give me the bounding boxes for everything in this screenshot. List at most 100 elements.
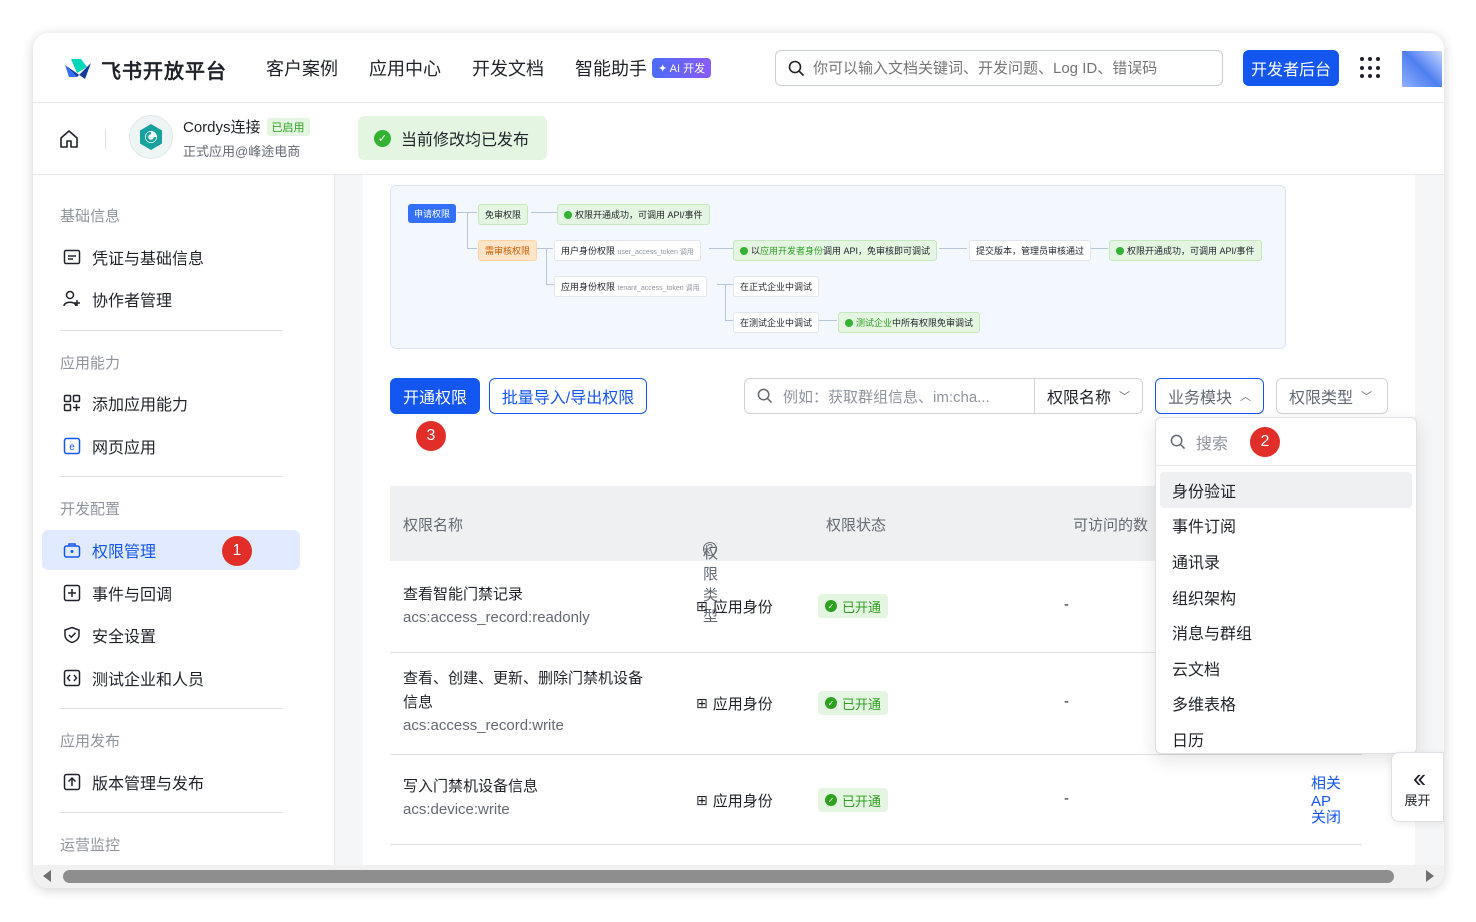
- card-icon: [62, 247, 82, 267]
- sidebar-item-test-enterprise[interactable]: 测试企业和人员: [42, 658, 300, 698]
- open-permission-button[interactable]: 开通权限: [390, 378, 480, 414]
- dropdown-search-input[interactable]: 搜索: [1156, 418, 1416, 466]
- table-header: 权限名称 权限类型 ? 权限状态 可访问的数: [390, 486, 1190, 625]
- batch-import-export-button[interactable]: 批量导入/导出权限: [489, 378, 647, 414]
- top-navigation: 飞书开放平台 客户案例 应用中心 开发文档 智能助手 ✦ AI 开发 开发者后台: [33, 33, 1444, 103]
- user-avatar[interactable]: [1402, 51, 1442, 87]
- permission-flow-diagram: 申请权限 免审权限 权限开通成功，可调用 API/事件 需审核权限 用户身份权限…: [390, 185, 1286, 349]
- select-label: 业务模块: [1168, 390, 1233, 407]
- sidebar-item-events[interactable]: 事件与回调: [42, 573, 300, 613]
- search-icon: [788, 60, 805, 76]
- sidebar-section-title: 应用能力: [60, 355, 121, 372]
- dropdown-option[interactable]: 消息与群组: [1160, 614, 1412, 650]
- table-row: 写入门禁机设备信息 acs:device:write ⊞ 应用身份 ✓ 已开通 - …: [390, 755, 1362, 845]
- dropdown-option[interactable]: 事件订阅: [1160, 508, 1412, 544]
- scrollbar-thumb[interactable]: [63, 870, 1394, 883]
- nav-link-app-center[interactable]: 应用中心: [369, 55, 441, 81]
- permission-type-select[interactable]: 权限类型 ﹀: [1276, 378, 1388, 414]
- flow-node-no-review: 免审权限: [478, 204, 529, 225]
- sidebar-item-permissions[interactable]: 权限管理: [42, 530, 300, 570]
- app-identity-icon: ⊞: [696, 792, 708, 808]
- sidebar-item-collaborators[interactable]: 协作者管理: [42, 279, 300, 319]
- sidebar-section-title: 应用发布: [60, 733, 121, 750]
- sidebar-item-add-capability[interactable]: 添加应用能力: [42, 383, 300, 423]
- sidebar-item-versions[interactable]: 版本管理与发布: [42, 762, 300, 802]
- related-api-link[interactable]: 相关 AP: [1311, 772, 1362, 810]
- add-user-icon: [62, 289, 82, 309]
- flow-node-text: 权限开通成功，可调用 API/事件: [575, 210, 703, 220]
- ai-badge: ✦ AI 开发: [652, 58, 712, 78]
- scroll-left-arrow-icon[interactable]: [43, 870, 51, 882]
- business-module-select[interactable]: 业务模块 ︿: [1155, 378, 1265, 414]
- svg-text:e: e: [69, 442, 75, 453]
- flow-node-apply: 申请权限: [408, 204, 457, 223]
- flow-node-highlight: 应用开发者身份: [760, 246, 824, 256]
- published-notice: ✓ 当前修改均已发布: [358, 116, 548, 160]
- scroll-right-arrow-icon[interactable]: [1426, 870, 1434, 882]
- apps-grid-icon[interactable]: [1360, 57, 1382, 79]
- scope-value: -: [1064, 693, 1069, 710]
- doc-search-input[interactable]: [813, 59, 1203, 77]
- dropdown-option[interactable]: 云文档: [1160, 650, 1412, 686]
- flow-node-dev-call: 以应用开发者身份调用 API，免审核即可调试: [733, 240, 938, 261]
- sidebar-item-web-app[interactable]: e 网页应用: [42, 426, 300, 466]
- flow-node-success2: 权限开通成功，可调用 API/事件: [1109, 240, 1262, 261]
- feishu-logo[interactable]: 飞书开放平台: [63, 55, 227, 84]
- divider: [60, 812, 283, 813]
- app-name-text: Cordys连接: [183, 119, 261, 136]
- search-icon: [1170, 434, 1186, 449]
- permission-search-input[interactable]: 例如：获取群组信息、im:cha...: [744, 378, 1035, 414]
- flow-node-text: 以: [751, 246, 761, 256]
- horizontal-scrollbar[interactable]: [33, 865, 1444, 888]
- sidebar-item-security[interactable]: 安全设置: [42, 615, 300, 655]
- flow-node-app-perm: 应用身份权限 tenant_access_token 调用: [554, 276, 707, 297]
- permission-icon: [62, 540, 82, 560]
- sidebar-item-credentials[interactable]: 凭证与基础信息: [42, 237, 300, 277]
- sidebar-item-label: 权限管理: [92, 544, 157, 561]
- dropdown-option[interactable]: 多维表格: [1160, 686, 1412, 722]
- column-header-scope: 可访问的数: [1073, 517, 1149, 534]
- search-icon: [757, 388, 773, 404]
- nav-link-assistant[interactable]: 智能助手 ✦ AI 开发: [575, 55, 712, 81]
- permission-name: 查看智能门禁记录: [403, 586, 524, 603]
- status-text: 已开通: [842, 599, 882, 615]
- check-circle-icon: ✓: [825, 794, 837, 806]
- sidebar-section-title: 基础信息: [60, 208, 121, 225]
- permission-name-select[interactable]: 权限名称 ﹀: [1035, 378, 1144, 414]
- chevron-up-icon: ︿: [1240, 391, 1252, 403]
- flow-node-subtext: user_access_token 调用: [617, 249, 694, 256]
- upload-icon: [62, 772, 82, 792]
- flow-node-subtext: tenant_access_token 调用: [617, 285, 700, 292]
- step-badge-2: 2: [1250, 427, 1280, 457]
- flow-node-test-all: 测试企业中所有权限免审调试: [838, 312, 981, 333]
- nav-links: 客户案例 应用中心 开发文档 智能助手 ✦ AI 开发: [266, 55, 742, 81]
- home-icon[interactable]: [59, 129, 79, 149]
- status-badge: ✓ 已开通: [818, 788, 889, 812]
- flow-node-text: 中所有权限免审调试: [892, 318, 974, 328]
- flow-node-need-review: 需审核权限: [478, 240, 538, 261]
- sidebar-section-title: 开发配置: [60, 501, 121, 518]
- nav-link-cases[interactable]: 客户案例: [266, 55, 338, 81]
- dropdown-option[interactable]: 日历: [1160, 721, 1412, 753]
- select-label: 权限名称: [1047, 390, 1112, 407]
- chevron-down-icon: ﹀: [1119, 391, 1131, 403]
- expand-panel-button[interactable]: ‹‹ 展开: [1391, 752, 1444, 822]
- flow-node-user-perm: 用户身份权限 user_access_token 调用: [554, 240, 701, 261]
- nav-link-docs[interactable]: 开发文档: [472, 55, 544, 81]
- close-permission-link[interactable]: 关闭: [1311, 806, 1341, 827]
- divider: [105, 129, 106, 149]
- help-circle-icon[interactable]: ?: [703, 542, 717, 556]
- status-text: 已开通: [842, 696, 882, 712]
- doc-search-box[interactable]: [775, 50, 1223, 86]
- sidebar-section-title: 运营监控: [60, 837, 121, 854]
- flow-node-success1: 权限开通成功，可调用 API/事件: [557, 204, 710, 225]
- check-circle-icon: ✓: [825, 697, 837, 709]
- dropdown-option[interactable]: 通讯录: [1160, 543, 1412, 579]
- developer-console-button[interactable]: 开发者后台: [1243, 50, 1339, 86]
- sidebar: 基础信息 凭证与基础信息 协作者管理 应用能力 添加应用能力 e 网页应用 开发…: [33, 175, 335, 888]
- dropdown-option[interactable]: 身份验证: [1160, 472, 1412, 508]
- permission-key: acs:access_record:readonly: [403, 609, 590, 626]
- capability-grid-icon: [62, 393, 82, 413]
- dropdown-option[interactable]: 组织架构: [1160, 579, 1412, 615]
- app-identity-icon: ⊞: [696, 598, 708, 614]
